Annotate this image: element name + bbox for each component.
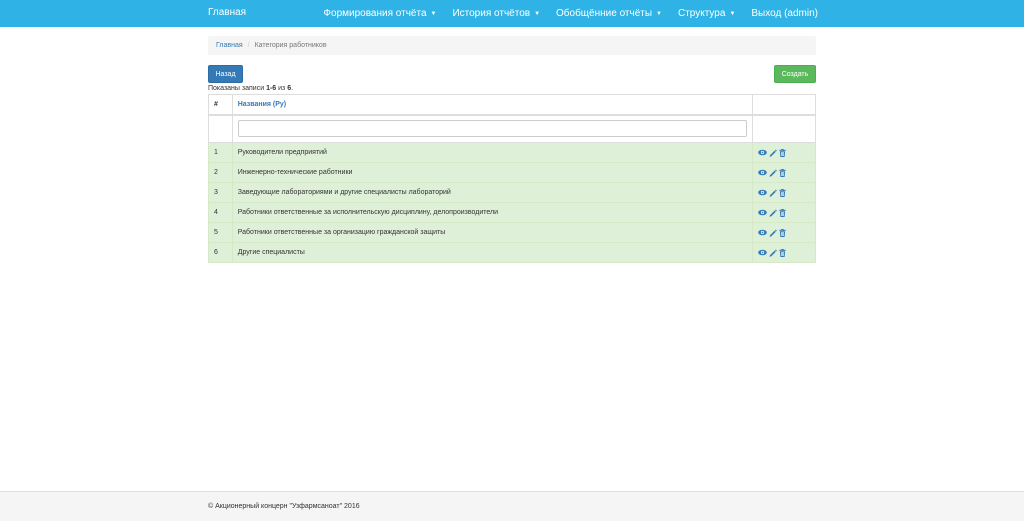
create-button[interactable]: Создать: [774, 65, 816, 83]
name-filter-input[interactable]: [237, 120, 747, 138]
nav-item-label: История отчётов: [452, 8, 531, 19]
row-num: 2: [208, 162, 233, 183]
row-actions-group: [757, 208, 810, 217]
trash-icon[interactable]: [779, 248, 786, 257]
nav-item-report-forming[interactable]: Формирования отчёта ▼: [315, 0, 444, 27]
breadcrumb-separator: /: [247, 42, 250, 49]
row-name: Работники ответственные за исполнительск…: [231, 202, 753, 223]
summary-middle: из: [276, 85, 288, 92]
caret-down-icon: ▼: [656, 10, 662, 17]
row-name: Работники ответственные за организацию г…: [231, 222, 753, 243]
nav-menu: Формирования отчёта ▼ История отчётов ▼ …: [315, 0, 818, 27]
table-row: 5 Работники ответственные за организацию …: [208, 222, 817, 243]
summary-range: 1-6: [266, 85, 277, 92]
nav-item-structure[interactable]: Структура ▼: [670, 0, 743, 27]
row-name: Инженерно-технические работники: [231, 162, 753, 183]
filter-cell-empty: [208, 114, 233, 143]
trash-icon[interactable]: [779, 208, 786, 217]
row-actions-group: [757, 188, 810, 197]
eye-icon[interactable]: [757, 209, 767, 216]
top-navbar: Главная Формирования отчёта ▼ История от…: [0, 0, 1024, 27]
filter-cell: [231, 114, 753, 143]
records-summary: Показаны записи 1-6 из 6.: [208, 85, 293, 92]
eye-icon[interactable]: [757, 249, 767, 256]
row-actions: [751, 242, 817, 263]
nav-item-summary-reports[interactable]: Обобщённие отчёты ▼: [548, 0, 670, 27]
row-actions: [751, 162, 817, 183]
caret-down-icon: ▼: [729, 10, 736, 17]
table-row: 4 Работники ответственные за исполнительс…: [208, 202, 817, 223]
pencil-icon[interactable]: [769, 229, 777, 237]
row-actions-group: [757, 168, 810, 177]
trash-icon[interactable]: [779, 168, 786, 177]
footer: © Акционерный концерн "Узфармсаноат" 201…: [0, 491, 1024, 521]
nav-item-report-history[interactable]: История отчётов ▼: [444, 0, 548, 27]
filter-cell-empty: [751, 114, 817, 143]
back-button[interactable]: Назад: [208, 65, 243, 83]
summary-suffix: .: [291, 85, 294, 92]
eye-icon[interactable]: [757, 169, 767, 176]
summary-prefix: Показаны записи: [208, 85, 267, 92]
table-row: 3 Заведующие лабораториями и другие специ…: [208, 182, 817, 203]
row-actions: [751, 182, 817, 203]
eye-icon[interactable]: [757, 149, 767, 156]
table-row: 2 Инженерно-технические работники: [208, 162, 817, 183]
nav-item-label: Формирования отчёта: [323, 8, 427, 19]
pencil-icon[interactable]: [769, 189, 777, 197]
breadcrumb: Главная / Категория работников: [208, 36, 816, 55]
row-name: Заведующие лабораториями и другие специа…: [231, 182, 753, 203]
header-num: #: [208, 94, 233, 116]
eye-icon[interactable]: [757, 229, 767, 236]
eye-icon[interactable]: [757, 189, 767, 196]
breadcrumb-home-link[interactable]: Главная: [216, 42, 243, 49]
trash-icon[interactable]: [779, 148, 786, 157]
categories-table: # Названия (Ру) 1 Руководители предприяти…: [208, 94, 817, 263]
header-name: Названия (Ру): [231, 94, 753, 116]
footer-copyright: © Акционерный концерн "Узфармсаноат" 201…: [208, 503, 360, 510]
row-actions: [751, 202, 817, 223]
row-name: Другие специалисты: [231, 242, 753, 263]
row-actions-group: [757, 228, 810, 237]
pencil-icon[interactable]: [769, 149, 777, 157]
breadcrumb-current: Категория работников: [254, 42, 327, 49]
caret-down-icon: ▼: [430, 10, 437, 17]
nav-item-label: Структура: [677, 8, 726, 19]
nav-item-label: Обобщённие отчёты: [556, 8, 653, 19]
row-actions: [751, 142, 817, 163]
row-num: 4: [208, 202, 233, 223]
table-row: 6 Другие специалисты: [208, 242, 817, 263]
trash-icon[interactable]: [779, 188, 786, 197]
row-num: 6: [208, 242, 233, 263]
table-header-row: # Названия (Ру): [208, 94, 817, 116]
sort-name-link[interactable]: Названия (Ру): [238, 101, 286, 108]
nav-item-logout[interactable]: Выход (admin): [743, 0, 818, 27]
table-row: 1 Руководители предприятий: [208, 142, 817, 163]
trash-icon[interactable]: [779, 228, 786, 237]
row-actions-group: [757, 248, 810, 257]
row-num: 5: [208, 222, 233, 243]
row-actions-group: [757, 148, 810, 157]
row-num: 3: [208, 182, 233, 203]
row-name: Руководители предприятий: [231, 142, 753, 163]
pencil-icon[interactable]: [769, 209, 777, 217]
pencil-icon[interactable]: [769, 249, 777, 257]
pencil-icon[interactable]: [769, 169, 777, 177]
brand-link[interactable]: Главная: [208, 0, 246, 27]
header-actions: [751, 94, 817, 116]
nav-item-label: Выход (admin): [751, 8, 818, 19]
filter-row: [208, 114, 817, 143]
row-num: 1: [208, 142, 233, 163]
caret-down-icon: ▼: [534, 10, 541, 17]
row-actions: [751, 222, 817, 243]
